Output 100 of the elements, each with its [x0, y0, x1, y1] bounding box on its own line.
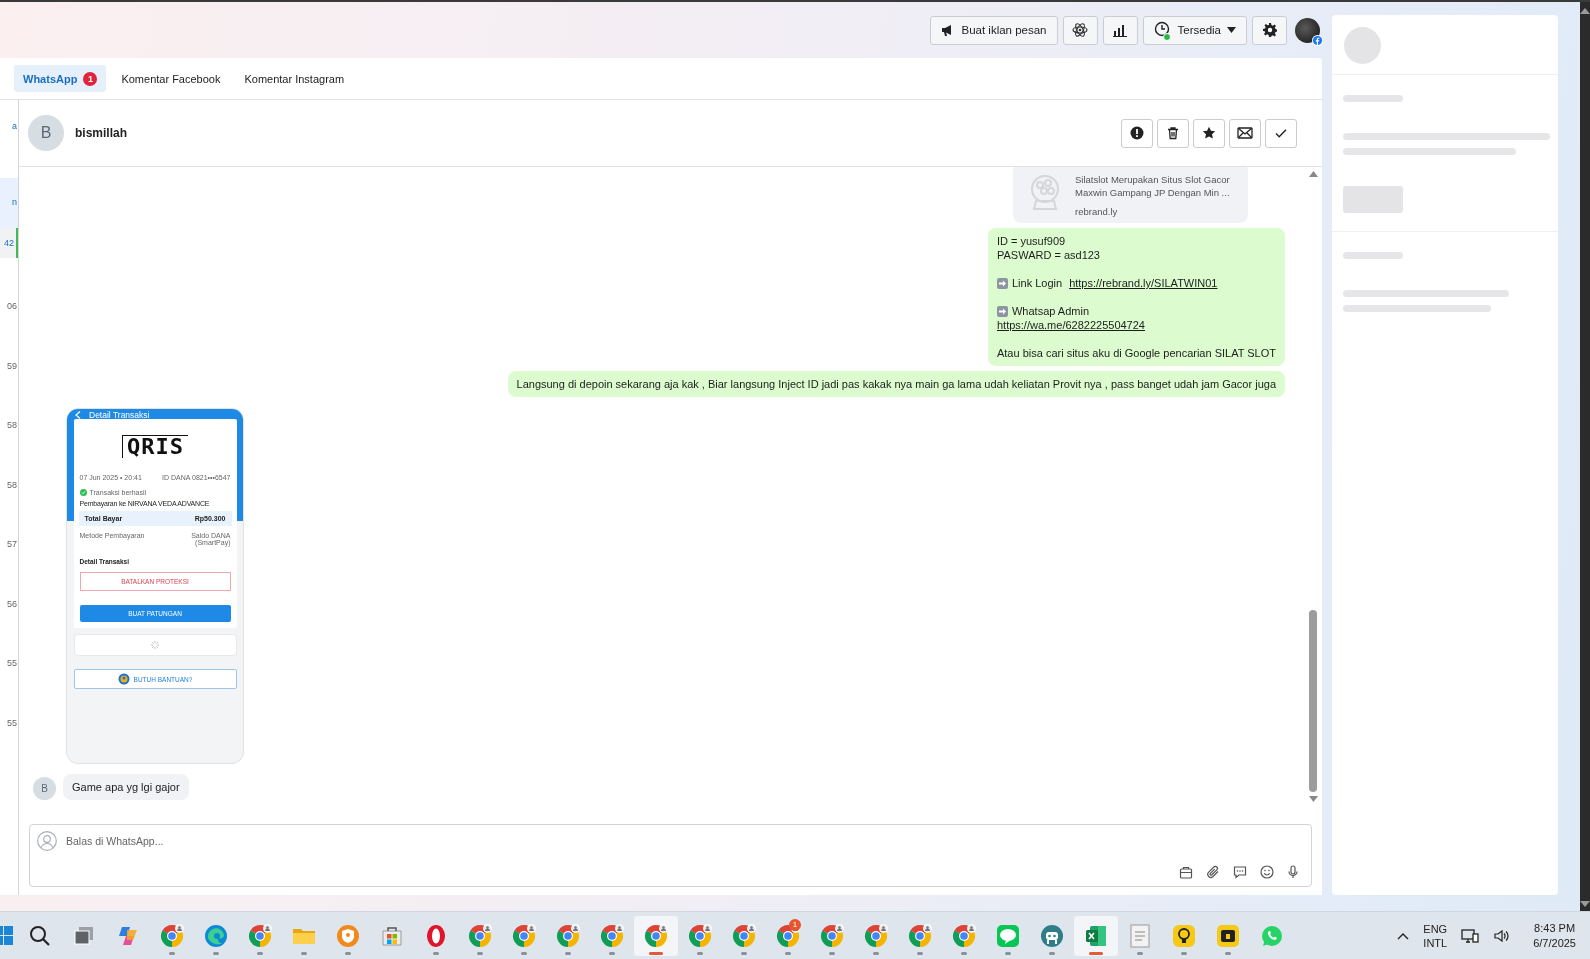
browser-icon	[820, 923, 844, 948]
conversation-time[interactable]: 56	[0, 555, 18, 615]
skeleton-line	[1343, 95, 1403, 102]
browser-icon	[556, 923, 580, 948]
skeleton-block	[1343, 186, 1403, 213]
conversation-time[interactable]: 59	[0, 317, 18, 377]
scroll-thumb[interactable]	[1309, 610, 1317, 792]
app-window-icon	[1216, 923, 1240, 948]
browser-icon	[468, 923, 492, 948]
message-text: Link Login	[1011, 276, 1063, 290]
facebook-badge-icon	[1312, 34, 1323, 46]
conversation-link[interactable]: a	[0, 100, 18, 178]
message-link[interactable]: https://wa.me/6282225504724	[996, 318, 1145, 332]
lightbulb-icon	[1172, 923, 1196, 948]
browser-icon	[644, 923, 668, 948]
clock[interactable]: 8:43 PM 6/7/2025	[1533, 920, 1576, 951]
contact-avatar: B	[28, 115, 64, 151]
chat-bubble-icon[interactable]	[1233, 865, 1247, 879]
browser-icon	[248, 923, 272, 948]
speaker-icon[interactable]	[1493, 927, 1510, 944]
settings-button[interactable]	[1252, 15, 1287, 45]
message-text: Game apa yg lgi gajor	[72, 780, 180, 794]
report-button[interactable]	[1121, 118, 1153, 148]
notification-badge: 1	[789, 918, 801, 931]
atom-icon	[1072, 22, 1089, 38]
microphone-icon[interactable]	[1287, 865, 1299, 879]
check-icon	[1274, 126, 1288, 140]
channel-tab[interactable]: Komentar Facebook	[112, 65, 230, 92]
emoji-icon[interactable]	[1260, 865, 1274, 879]
clock-icon	[1153, 21, 1172, 39]
scroll-up-icon[interactable]	[1580, 8, 1590, 14]
browser-icon	[600, 923, 624, 948]
page-scrollbar[interactable]	[1580, 2, 1590, 911]
link-preview-card[interactable]: Silatslot Merupakan Situs Slot Gacor Maxwin Gampang JP Dengan Min ... rebrand.ly	[1013, 167, 1248, 223]
taskbar-button[interactable]: 1	[766, 915, 810, 956]
keyboard-language[interactable]: ENG INTL	[1423, 921, 1448, 950]
conversation-time[interactable]: 42	[0, 228, 18, 258]
delete-button[interactable]	[1157, 118, 1189, 148]
browser-wave-icon	[204, 923, 228, 948]
browser-icon	[688, 923, 712, 948]
arrow-icon	[996, 277, 1008, 289]
screen-title: Detail Transaksi	[89, 410, 150, 420]
channel-tab[interactable]: Komentar Instagram	[235, 65, 354, 92]
mark-unread-button[interactable]	[1229, 118, 1261, 148]
clock-time: 8:43 PM	[1534, 920, 1576, 936]
channel-tab[interactable]: WhatsApp 1	[14, 65, 107, 92]
message-text: PASWARD = asd123	[996, 248, 1101, 262]
document-icon	[1128, 923, 1152, 948]
delete-icon	[1166, 126, 1180, 140]
reply-field[interactable]: Balas di WhatsApp...	[66, 835, 466, 847]
opera-icon	[424, 923, 448, 948]
shopping-bag-icon[interactable]	[1179, 865, 1193, 879]
conversation-time[interactable]: 55	[0, 674, 18, 734]
chat-scrollbar[interactable]	[1309, 171, 1318, 802]
conversation-time[interactable]: 58	[0, 436, 18, 496]
chat-app-icon	[996, 923, 1020, 948]
scroll-up-icon[interactable]	[1309, 171, 1318, 177]
keyboard-layout: INTL	[1423, 935, 1448, 950]
sender-avatar: B	[33, 777, 56, 800]
chevron-up-icon[interactable]	[1397, 931, 1410, 940]
create-ad-button[interactable]: Buat iklan pesan	[930, 15, 1058, 45]
caret-icon	[1227, 27, 1236, 33]
message-link[interactable]: https://rebrand.ly/SILATWIN01	[1069, 276, 1218, 290]
shield-icon	[336, 923, 360, 948]
message-text: Langsung di depoin sekarang aja kak , Biar langsung Inject ID jadi pas kakak nya main ga lama udah keliatan Provit nya , pass banget udah jam Gacor juga	[516, 377, 1276, 391]
star-button[interactable]	[1193, 118, 1225, 148]
skeleton-line	[1343, 252, 1403, 259]
language-code: ENG	[1423, 921, 1448, 936]
attach-icon[interactable]	[1206, 865, 1220, 879]
user-icon	[37, 831, 57, 851]
spinner-icon	[151, 641, 159, 649]
clock-date: 6/7/2025	[1533, 935, 1576, 951]
conversation-time[interactable]: 58	[0, 377, 18, 437]
robot-icon	[1040, 923, 1064, 948]
link-domain: rebrand.ly	[1075, 206, 1119, 217]
browser-icon	[952, 923, 976, 948]
message-text: ID = yusuf909	[996, 234, 1067, 248]
alert-icon	[1130, 126, 1144, 140]
profile-avatar[interactable]	[1295, 17, 1320, 43]
scroll-down-icon[interactable]	[1580, 901, 1590, 907]
browser-icon	[908, 923, 932, 948]
link-description: Silatslot Merupakan Situs Slot Gacor Maxwin Gampang JP Dengan Min ...	[1075, 173, 1230, 199]
whatsapp-icon	[1260, 923, 1284, 948]
envelope-icon	[1237, 126, 1253, 140]
conversation-time[interactable]: 06	[0, 258, 18, 318]
browser-icon	[160, 923, 184, 948]
browser-icon	[512, 923, 536, 948]
conversation-time[interactable]: 57	[0, 496, 18, 556]
status-dropdown[interactable]: Tersedia	[1142, 15, 1247, 45]
statistics-button[interactable]	[1102, 15, 1138, 45]
conversation-item[interactable]: n	[0, 178, 18, 228]
placeholder-avatar	[1344, 27, 1381, 64]
scroll-down-icon[interactable]	[1309, 796, 1318, 802]
network-monitor-icon[interactable]	[1461, 927, 1480, 944]
contact-name: bismillah	[75, 126, 128, 140]
browser-icon	[864, 923, 888, 948]
conversation-time[interactable]: 55	[0, 615, 18, 675]
support-agent-icon	[117, 673, 130, 685]
atom-button[interactable]	[1062, 15, 1098, 45]
message-text: Atau bisa cari situs aku di Google pencarian SILAT SLOT	[996, 346, 1276, 360]
